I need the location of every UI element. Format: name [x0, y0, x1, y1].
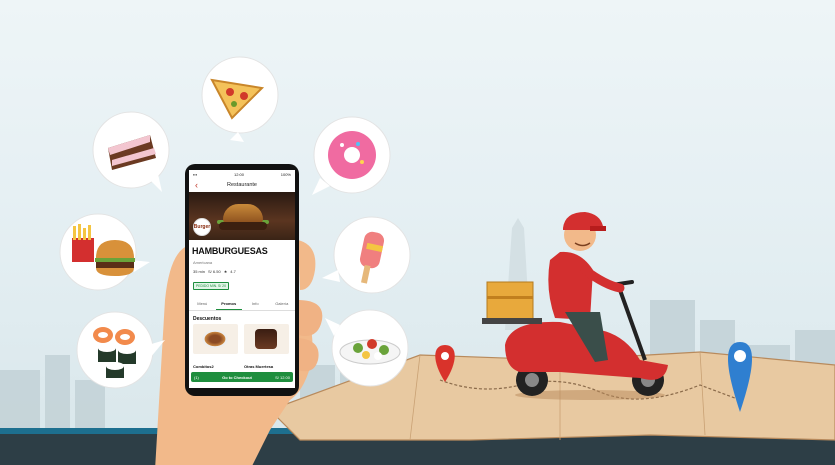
delivery-illustration	[0, 0, 835, 465]
list-item[interactable]: Combitos2	[193, 324, 238, 369]
tab-menu[interactable]: Menú	[189, 298, 216, 310]
popsicle-icon	[322, 216, 411, 294]
salad-bowl-icon	[325, 309, 409, 387]
delivery-time: 35 min	[193, 269, 206, 274]
checkout-button[interactable]: (1) Go to Checkout S/ 12.00	[191, 372, 293, 382]
signal-icon: ▪▪▪	[193, 171, 198, 177]
restaurant-cuisine: Americana	[193, 260, 213, 265]
tab-info[interactable]: Info	[242, 298, 269, 310]
product-image	[193, 324, 238, 354]
pizza-slice-icon	[201, 56, 279, 148]
tab-bar: Menú Promos Info Galería	[189, 298, 295, 311]
restaurant-logo: Burger	[193, 218, 211, 236]
status-badge: PEDIDO MIN. S/ 20	[193, 282, 229, 290]
promo-list: Combitos2 Otras Muertesa	[189, 324, 295, 369]
battery-level: 100%	[280, 171, 291, 177]
sushi-icon	[76, 311, 165, 389]
top-bar: ‹ Restaurante	[189, 178, 295, 192]
rating: 4.7	[230, 269, 236, 274]
star-icon: ★	[223, 269, 228, 274]
checkout-label: Go to Checkout	[222, 374, 252, 380]
list-item[interactable]: Otras Muertesa	[244, 324, 289, 369]
donut-icon	[312, 116, 391, 195]
cart-count: (1)	[194, 374, 199, 380]
product-name: Combitos2	[193, 364, 214, 369]
restaurant-name: HAMBURGUESAS	[192, 246, 268, 256]
status-time: 12:00	[234, 171, 245, 177]
phone-screen: ▪▪▪ 12:00 100% ‹ Restaurante Burger HAMB…	[189, 170, 295, 388]
product-name: Otras Muertesa	[244, 364, 274, 369]
tab-promos[interactable]: Promos	[215, 298, 242, 310]
cake-slice-icon	[92, 111, 170, 192]
tab-gallery[interactable]: Galería	[269, 298, 296, 310]
delivery-price: S/ 6.50	[208, 269, 221, 274]
section-title: Descuentos	[193, 316, 222, 322]
cart-total: S/ 12.00	[275, 374, 290, 380]
fries-burger-icon	[59, 213, 150, 291]
page-title: Restaurante	[227, 182, 257, 188]
back-arrow-icon[interactable]: ‹	[195, 179, 198, 191]
restaurant-meta: 35 min S/ 6.50 ★ 4.7	[189, 269, 295, 274]
product-image	[244, 324, 289, 354]
status-bar: ▪▪▪ 12:00 100%	[189, 170, 295, 178]
